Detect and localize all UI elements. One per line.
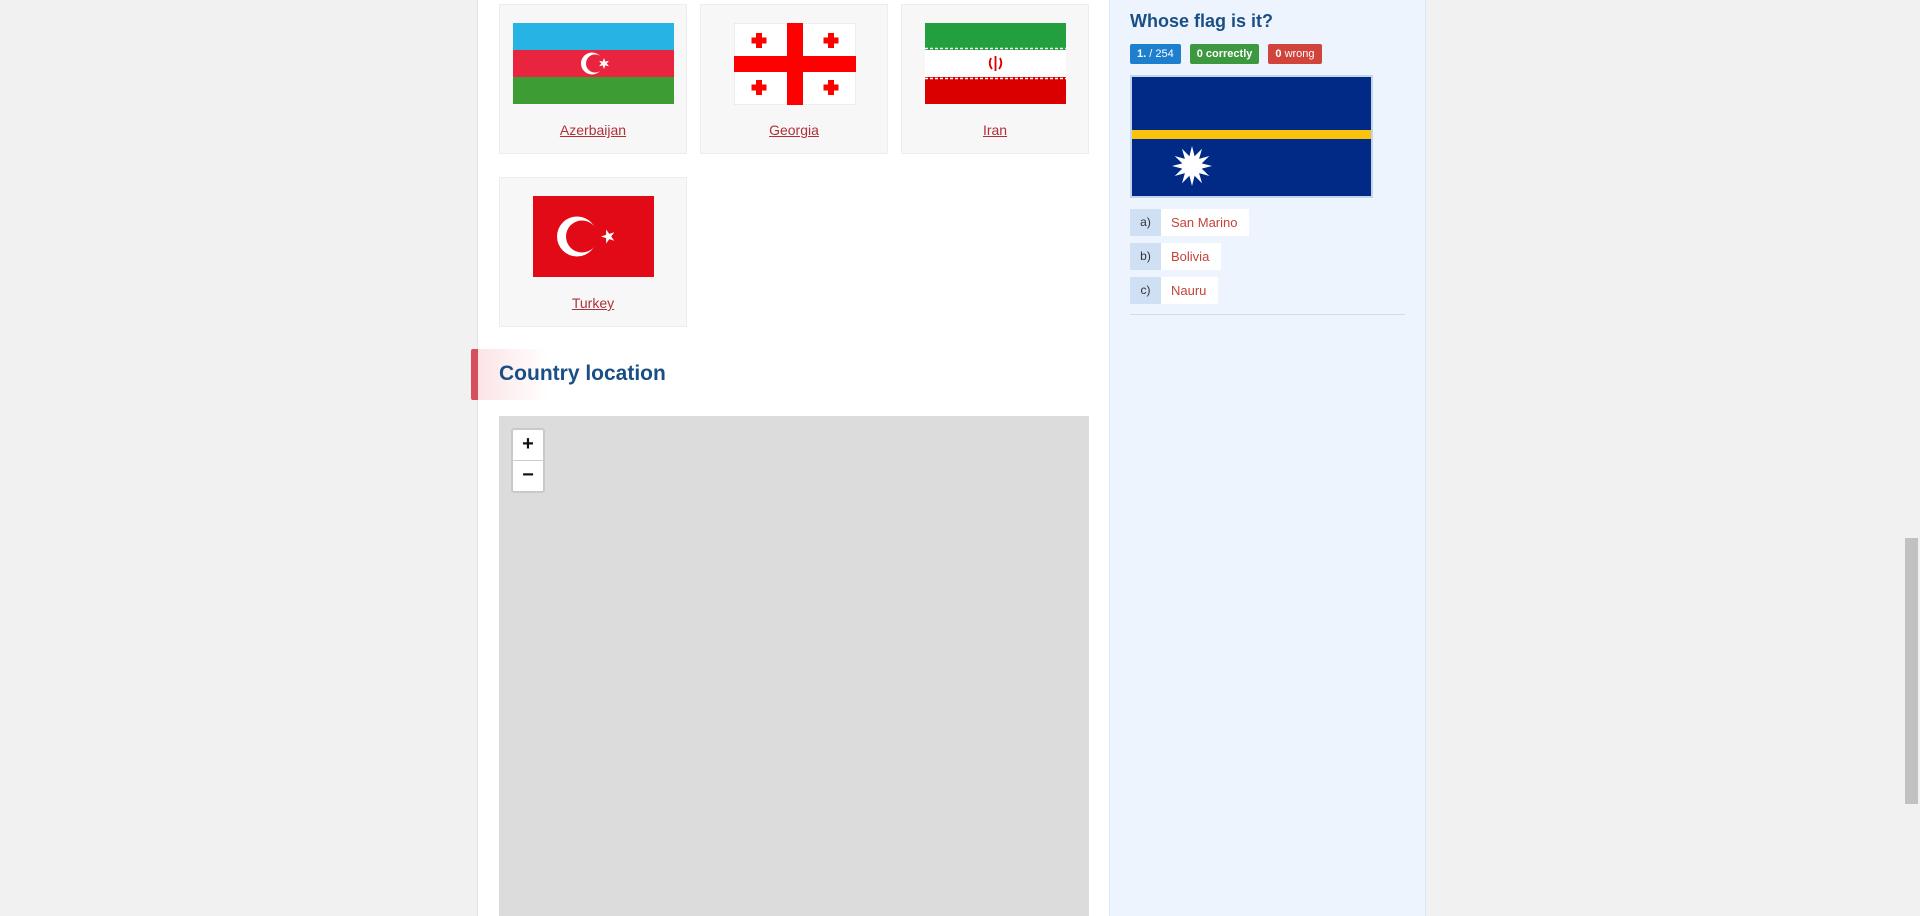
- turkey-flag-image: [533, 196, 654, 277]
- page-scrollbar[interactable]: [1903, 0, 1920, 916]
- answer-option-a[interactable]: a) San Marino: [1130, 209, 1250, 236]
- zoom-out-button[interactable]: −: [513, 460, 543, 491]
- progress-badge: 1. / 254: [1130, 44, 1181, 64]
- flag-card-iran[interactable]: Iran: [901, 4, 1089, 154]
- correct-label: correctly: [1205, 48, 1253, 60]
- flag-card-georgia[interactable]: Georgia: [700, 4, 888, 154]
- progress-total: / 254: [1149, 48, 1174, 60]
- heading-accent-bar: [471, 349, 478, 400]
- quiz-title: Whose flag is it?: [1130, 11, 1274, 31]
- quiz-stats: 1. / 254 0 correctly 0 wrong: [1130, 44, 1322, 64]
- answer-option-b[interactable]: b) Bolivia: [1130, 243, 1222, 270]
- wrong-count: 0: [1275, 48, 1282, 60]
- wrong-label: wrong: [1284, 48, 1315, 60]
- option-letter: b): [1130, 243, 1161, 270]
- option-answer[interactable]: Nauru: [1161, 277, 1219, 304]
- option-letter: c): [1130, 277, 1161, 304]
- scrollbar-thumb[interactable]: [1905, 538, 1918, 804]
- zoom-in-button[interactable]: +: [513, 430, 543, 460]
- flag-card-turkey[interactable]: Turkey: [499, 177, 687, 327]
- flag-card-label[interactable]: Azerbaijan: [500, 122, 686, 138]
- main-content: Azerbaijan Georgia Iran Turkey Country l…: [471, 0, 1110, 916]
- georgia-flag-image: [734, 23, 856, 105]
- answer-option-c[interactable]: c) Nauru: [1130, 277, 1219, 304]
- section-heading: Country location: [471, 349, 1110, 400]
- iran-flag-image: [925, 23, 1066, 104]
- option-answer[interactable]: Bolivia: [1161, 243, 1222, 270]
- correct-badge: 0 correctly: [1189, 44, 1260, 64]
- divider: [1130, 314, 1405, 315]
- flag-card-label[interactable]: Turkey: [500, 295, 686, 311]
- flag-card-label[interactable]: Georgia: [701, 122, 887, 138]
- map-zoom-control: + −: [511, 428, 545, 493]
- wrong-badge: 0 wrong: [1268, 44, 1322, 64]
- section-title-text: Country location: [499, 362, 666, 385]
- country-map[interactable]: + −: [499, 416, 1089, 916]
- quiz-flag-image: [1130, 75, 1373, 198]
- correct-count: 0: [1196, 48, 1203, 60]
- option-answer[interactable]: San Marino: [1161, 209, 1250, 236]
- quiz-sidebar: Whose flag is it? 1. / 254 0 correctly 0…: [1109, 0, 1426, 916]
- option-letter: a): [1130, 209, 1161, 236]
- azerbaijan-flag-image: [513, 23, 674, 104]
- flag-card-label[interactable]: Iran: [902, 122, 1088, 138]
- progress-current: 1.: [1137, 48, 1147, 60]
- flag-card-azerbaijan[interactable]: Azerbaijan: [499, 4, 687, 154]
